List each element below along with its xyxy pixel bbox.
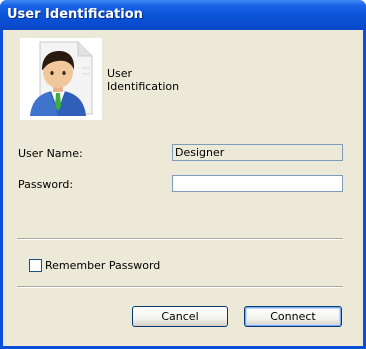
- caption-line-1: User: [107, 67, 133, 80]
- caption-line-2: Identification: [107, 80, 180, 93]
- header-caption: User Identification: [107, 67, 227, 93]
- dialog-body: User Identification User Name: Password:…: [3, 30, 363, 346]
- username-field[interactable]: [172, 144, 343, 161]
- title-bar[interactable]: User Identification: [0, 0, 366, 30]
- remember-password-checkbox[interactable]: [29, 259, 42, 272]
- window-title: User Identification: [7, 7, 143, 22]
- user-identification-dialog: User Identification User Identification …: [0, 0, 366, 349]
- connect-button[interactable]: Connect: [244, 306, 342, 327]
- password-field[interactable]: [172, 175, 343, 192]
- cancel-button[interactable]: Cancel: [132, 306, 228, 327]
- divider-bottom: [17, 286, 343, 288]
- divider-top: [17, 238, 343, 240]
- user-avatar-icon: [20, 38, 102, 120]
- remember-password-label[interactable]: Remember Password: [45, 259, 160, 272]
- username-label: User Name:: [18, 147, 83, 160]
- password-label: Password:: [18, 178, 74, 191]
